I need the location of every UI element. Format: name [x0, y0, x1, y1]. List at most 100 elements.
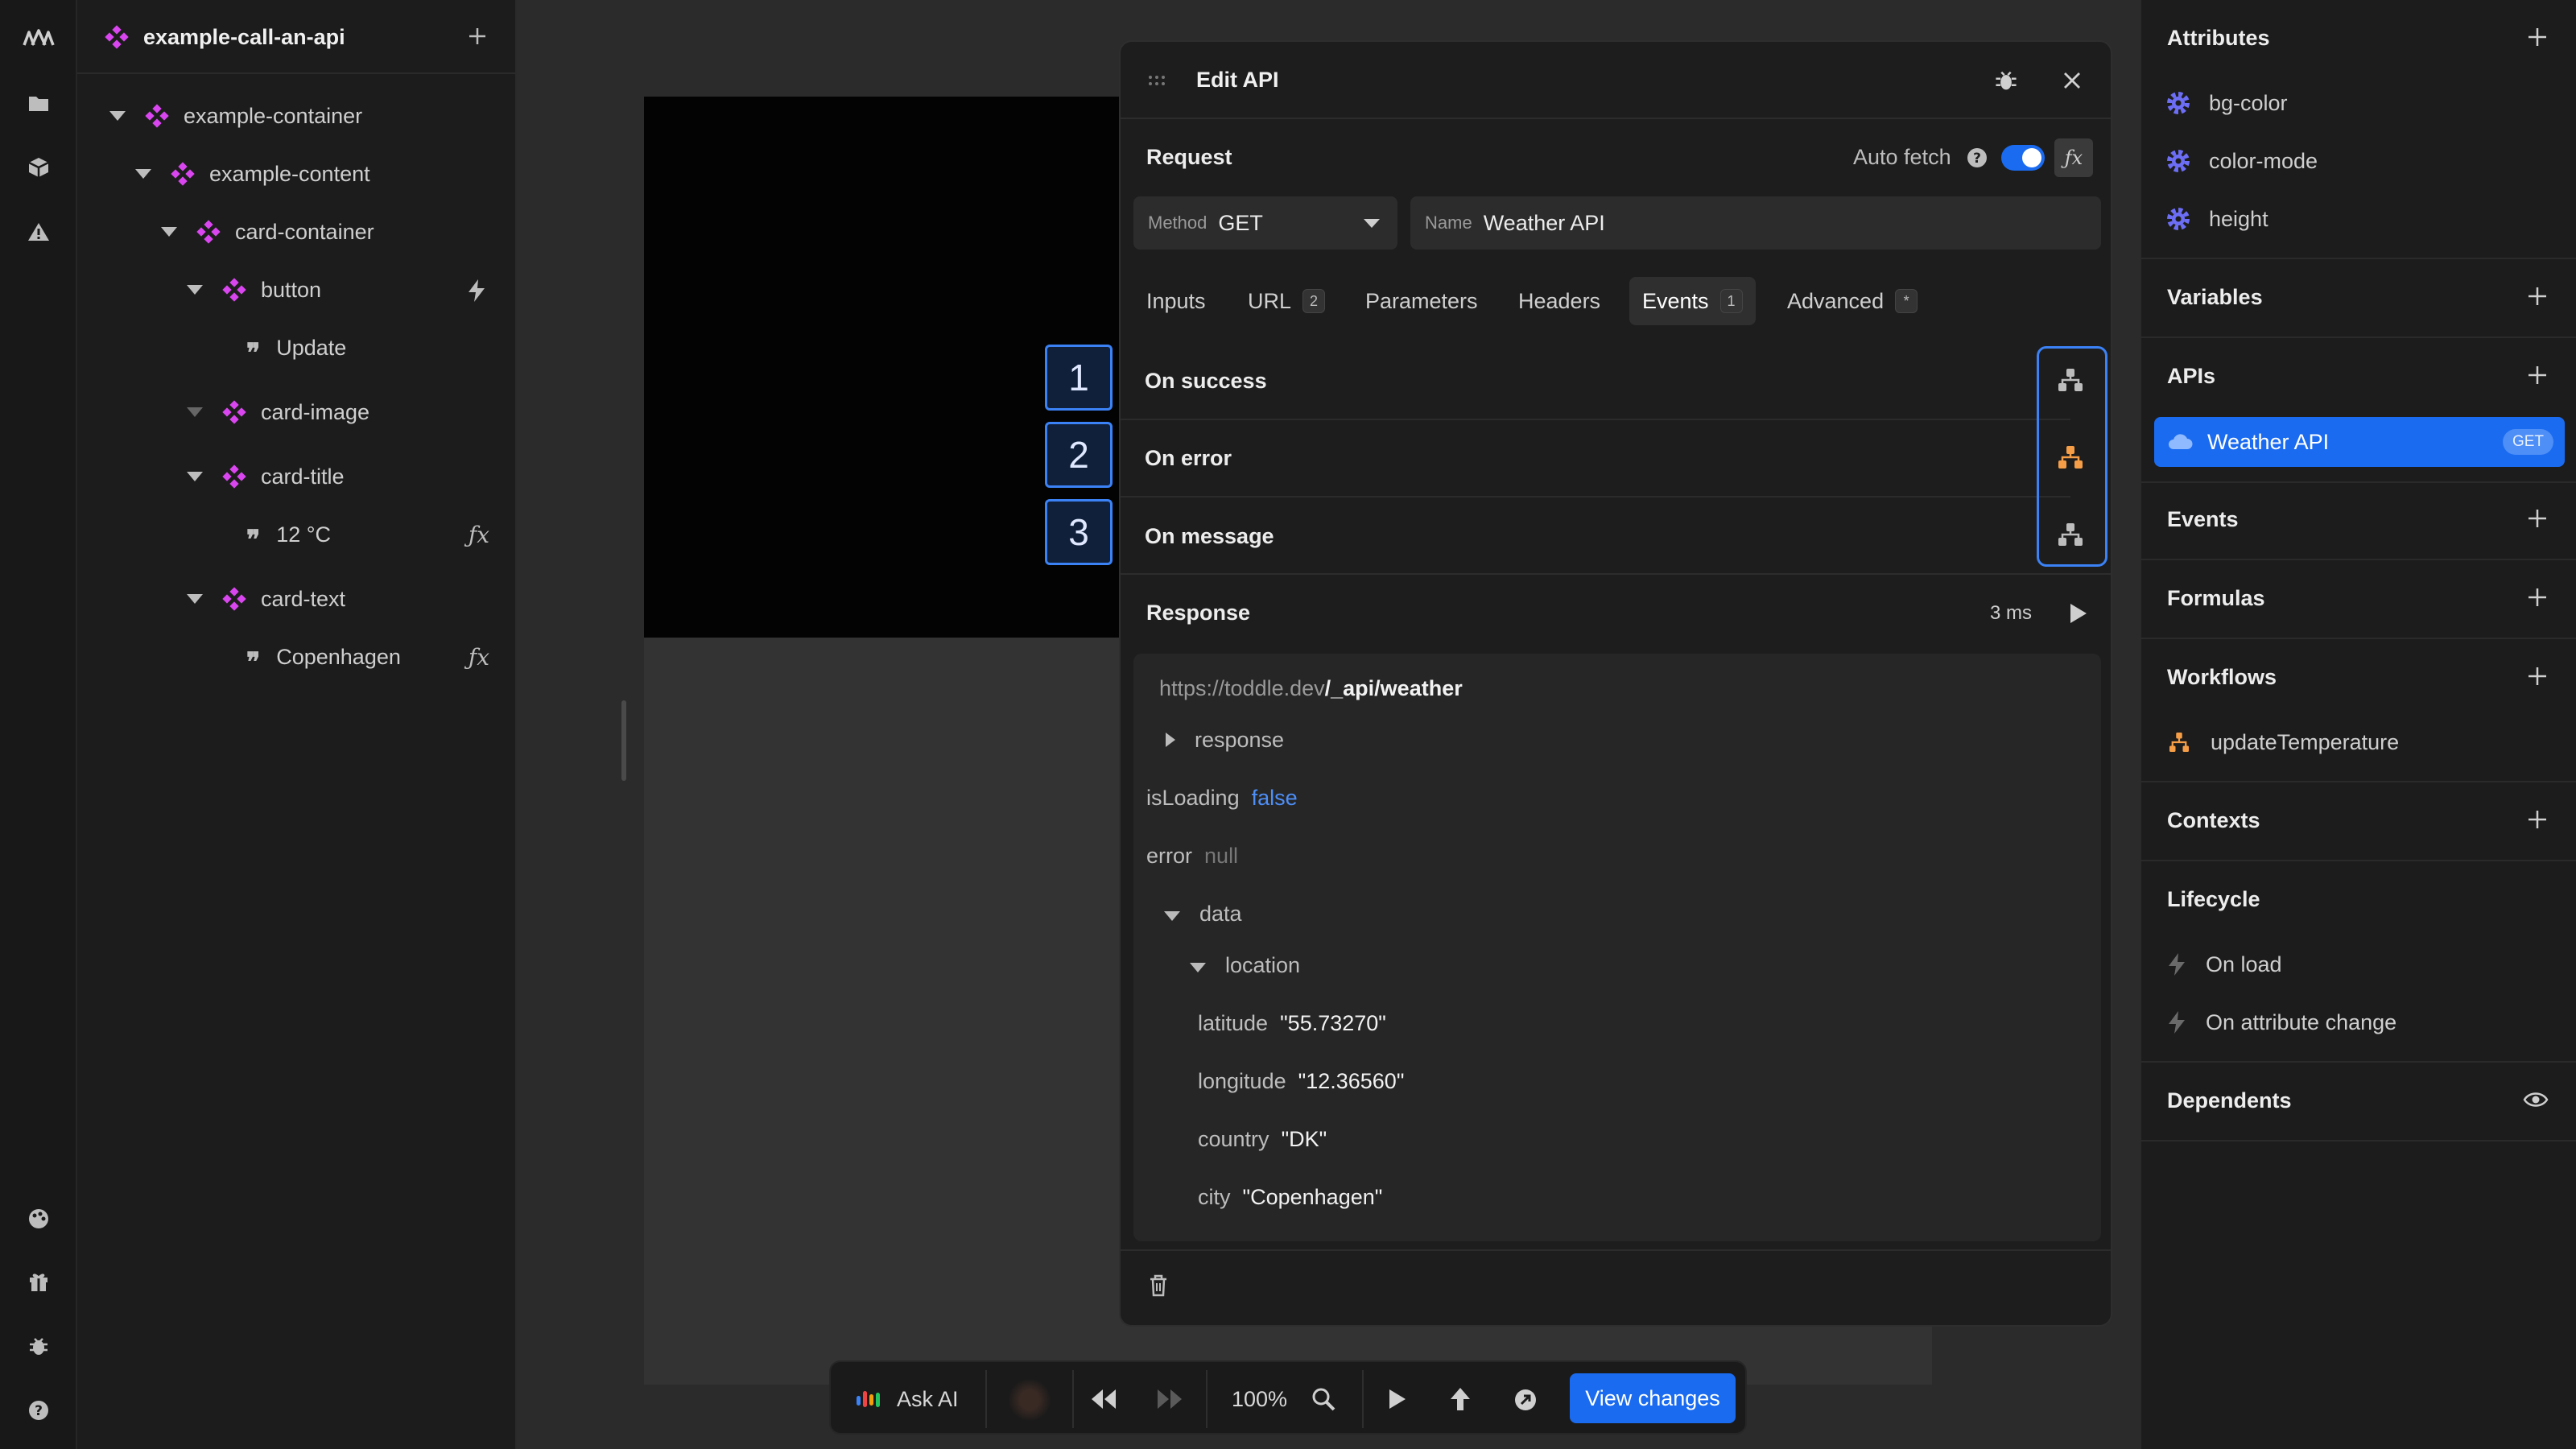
chevron-down-icon[interactable] [187, 407, 203, 417]
tab-headers[interactable]: Headers [1505, 277, 1613, 325]
event-on-error[interactable]: On error [1121, 420, 2070, 497]
add-workflow-icon[interactable] [2526, 665, 2549, 687]
add-api-icon[interactable] [2526, 364, 2549, 386]
add-component-icon[interactable] [467, 26, 488, 47]
workflow-icon[interactable] [2054, 518, 2087, 551]
json-value: null [1204, 844, 1239, 868]
trash-icon[interactable] [1148, 1274, 1169, 1298]
add-formula-icon[interactable] [2526, 586, 2549, 609]
eye-icon[interactable] [2523, 1088, 2549, 1111]
toddle-logo-icon[interactable] [23, 21, 55, 53]
tree-item-example-content[interactable]: example-content [135, 150, 370, 198]
tree-item-city-text[interactable]: ❞ Copenhagen ƒx [246, 633, 517, 681]
tree-item-card-image[interactable]: card-image [187, 388, 369, 436]
lightning-icon [2169, 953, 2185, 976]
palette-icon[interactable] [23, 1203, 55, 1235]
attribute-item[interactable]: height [2167, 196, 2268, 242]
callout-marker-1: 1 [1045, 345, 1113, 411]
tree-item-temperature-text[interactable]: ❞ 12 °C ƒx [246, 510, 517, 559]
workflow-icon[interactable] [2054, 441, 2087, 473]
chevron-down-icon[interactable] [161, 227, 177, 237]
tree-item-card-title[interactable]: card-title [187, 452, 345, 501]
event-on-message[interactable]: On message [1121, 497, 2070, 575]
attribute-item[interactable]: bg-color [2167, 80, 2288, 126]
lifecycle-on-load[interactable]: On load [2167, 942, 2282, 987]
chevron-down-icon[interactable] [187, 285, 203, 295]
close-icon[interactable] [2061, 69, 2083, 92]
add-event-icon[interactable] [2526, 507, 2549, 530]
lifecycle-on-attribute-change[interactable]: On attribute change [2167, 1000, 2396, 1045]
publish-arrow-icon[interactable] [1449, 1386, 1472, 1412]
tab-label: URL [1248, 288, 1292, 313]
tab-events[interactable]: Events 1 [1629, 277, 1756, 325]
tree-root[interactable]: example-call-an-api [105, 13, 345, 61]
play-icon[interactable] [1386, 1388, 1407, 1410]
formula-icon[interactable]: ƒx [469, 644, 489, 671]
api-item-weather[interactable]: Weather API GET [2154, 417, 2565, 467]
add-attribute-icon[interactable] [2526, 26, 2549, 48]
attribute-item[interactable]: color-mode [2167, 138, 2318, 184]
chevron-down-icon[interactable] [135, 169, 151, 179]
method-select[interactable]: Method GET [1133, 196, 1397, 250]
help-icon[interactable]: ? [23, 1394, 55, 1426]
undo-icon[interactable] [1090, 1388, 1119, 1410]
tab-inputs[interactable]: Inputs [1133, 277, 1219, 325]
avatar[interactable] [1008, 1378, 1051, 1422]
tree-item-update-text[interactable]: ❞ Update [246, 324, 346, 372]
json-value: "DK" [1281, 1127, 1327, 1151]
chevron-down-icon[interactable] [187, 594, 203, 604]
formula-toggle-button[interactable]: ƒx [2054, 138, 2093, 177]
tree-item-card-container[interactable]: card-container [161, 208, 374, 256]
auto-fetch-toggle[interactable] [2001, 145, 2045, 171]
event-on-success[interactable]: On success [1121, 343, 2070, 420]
json-node-error: error null [1146, 844, 1238, 869]
search-icon[interactable] [1311, 1386, 1336, 1412]
gift-icon[interactable] [23, 1265, 55, 1298]
add-context-icon[interactable] [2526, 808, 2549, 831]
external-link-icon[interactable] [1513, 1388, 1538, 1412]
drag-handle-icon[interactable] [1148, 74, 1169, 87]
zoom-level[interactable]: 100% [1232, 1362, 1287, 1436]
tree-item-label: card-title [261, 464, 345, 489]
tree-item-label: card-image [261, 399, 370, 424]
tab-advanced[interactable]: Advanced * [1774, 277, 1930, 325]
tab-parameters[interactable]: Parameters [1352, 277, 1491, 325]
ask-ai-label: Ask AI [897, 1386, 959, 1411]
json-node-longitude: longitude "12.36560" [1198, 1069, 1404, 1094]
auto-fetch-label: Auto fetch [1853, 145, 1951, 169]
lightning-icon[interactable] [467, 279, 486, 303]
redo-icon[interactable] [1154, 1388, 1183, 1410]
json-node-response[interactable]: response [1166, 728, 1284, 753]
response-url: https://toddle.dev/_api/weather [1159, 676, 1463, 701]
bug-icon[interactable] [1993, 68, 2019, 93]
contexts-heading: Contexts [2167, 808, 2260, 832]
tree-item-card-text[interactable]: card-text [187, 575, 345, 623]
add-variable-icon[interactable] [2526, 285, 2549, 308]
formula-icon[interactable]: ƒx [469, 522, 489, 548]
tree-item-button[interactable]: button [187, 266, 517, 314]
workflow-icon[interactable] [2054, 364, 2087, 396]
chevron-down-icon[interactable] [109, 111, 126, 121]
help-icon[interactable]: ? [1966, 147, 1988, 169]
name-field[interactable]: Name Weather API [1410, 196, 2101, 250]
view-changes-button[interactable]: View changes [1570, 1373, 1736, 1423]
json-node-location[interactable]: location [1190, 953, 1300, 978]
workflows-heading: Workflows [2167, 665, 2277, 689]
bug-icon[interactable] [23, 1330, 55, 1362]
package-icon[interactable] [23, 151, 55, 184]
workflow-item[interactable]: updateTemperature [2167, 720, 2399, 765]
tree-item-example-container[interactable]: example-container [109, 92, 362, 140]
cloud-icon [2169, 434, 2193, 449]
chevron-down-icon[interactable] [187, 472, 203, 481]
json-node-data[interactable]: data [1164, 902, 1242, 927]
play-icon[interactable] [2067, 602, 2088, 625]
ask-ai-button[interactable]: Ask AI [855, 1362, 959, 1436]
warning-icon[interactable] [23, 216, 55, 248]
text-node-icon: ❞ [246, 524, 261, 555]
resize-handle[interactable] [621, 700, 626, 781]
lifecycle-label: On attribute change [2206, 1009, 2397, 1034]
name-label: Name [1425, 213, 1472, 233]
component-icon [145, 104, 169, 128]
folder-icon[interactable] [23, 87, 55, 119]
tab-url[interactable]: URL 2 [1235, 277, 1338, 325]
